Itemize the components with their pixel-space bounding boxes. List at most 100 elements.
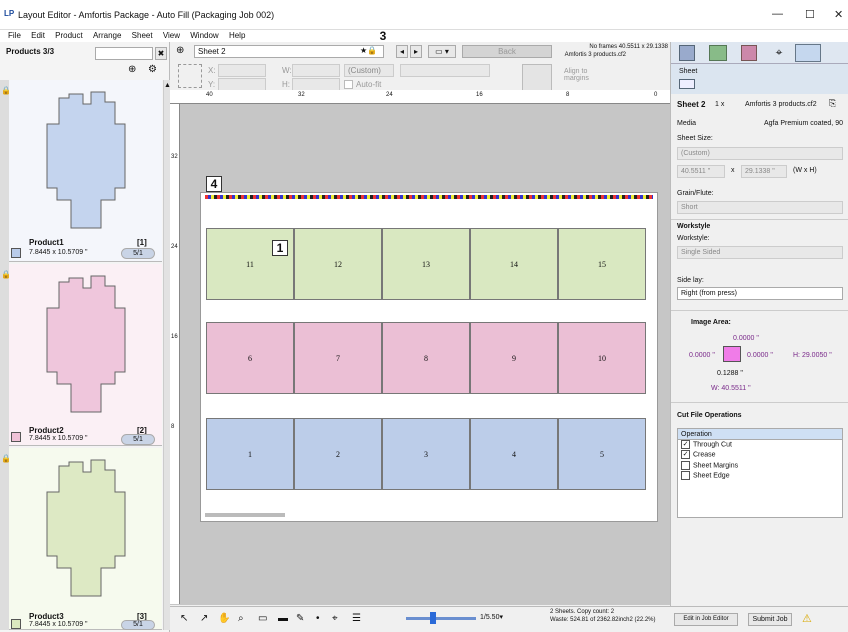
knife-tool-icon[interactable]: ▬ xyxy=(278,613,288,624)
lock-icon[interactable]: 🔒 xyxy=(1,454,11,463)
workstyle-dropdown[interactable]: Single Sided xyxy=(677,246,843,259)
layout-item[interactable]: 11 xyxy=(206,228,294,300)
layout-item[interactable]: 12 xyxy=(294,228,382,300)
product-card-2[interactable]: Product2 [2] 7.8445 x 10.5709 " 5/1 xyxy=(9,264,162,446)
menu-window[interactable]: Window xyxy=(190,30,218,42)
submit-job-button[interactable]: Submit Job xyxy=(748,613,792,626)
back-button[interactable]: Back xyxy=(462,45,552,58)
mark-tool-icon[interactable]: ▭ xyxy=(258,613,267,624)
side-lay-dropdown[interactable]: Right (from press) xyxy=(677,287,843,300)
menu-view[interactable]: View xyxy=(163,30,180,42)
layout-item[interactable]: 10 xyxy=(558,322,646,394)
star-lock-icons[interactable]: ★🔒 xyxy=(360,46,377,55)
layout-item[interactable]: 4 xyxy=(470,418,558,490)
tab-product-icon[interactable] xyxy=(679,45,695,61)
autofit-label: Auto-fit xyxy=(356,80,382,89)
zoom-level[interactable]: 1/5.50▾ xyxy=(480,613,503,621)
clear-search-button[interactable]: ✖ xyxy=(155,47,167,60)
tab-sheet-icon[interactable] xyxy=(795,44,821,62)
pen-tool-icon[interactable]: ✎ xyxy=(296,613,304,624)
layout-item[interactable]: 1 xyxy=(206,418,294,490)
lock-icon[interactable]: 🔒 xyxy=(1,86,11,95)
menu-arrange[interactable]: Arrange xyxy=(93,30,121,42)
image-area-top[interactable]: 0.0000 " xyxy=(733,335,759,342)
crease-checkbox[interactable]: ✓ xyxy=(681,450,690,460)
sheet-edge-checkbox[interactable] xyxy=(681,471,690,481)
products-scrollbar[interactable]: ▲ xyxy=(163,80,171,630)
menu-product[interactable]: Product xyxy=(55,30,83,42)
zoom-tool-icon[interactable]: ⌕ xyxy=(238,613,244,624)
product-count-badge[interactable]: 5/1 xyxy=(121,620,155,630)
sheet-margins-checkbox[interactable] xyxy=(681,460,690,470)
product-count-badge[interactable]: 5/1 xyxy=(121,248,155,259)
product-card-3[interactable]: Product3 [3] 7.8445 x 10.5709 " 5/1 xyxy=(9,448,162,630)
image-area-left[interactable]: 0.0000 " xyxy=(689,352,715,359)
alignment-buttons[interactable] xyxy=(522,64,552,92)
sheet-name-field[interactable]: Sheet 2 xyxy=(194,45,384,58)
edit-in-job-editor-button[interactable]: Edit in Job Editor xyxy=(674,613,738,626)
product-search-input[interactable] xyxy=(95,47,153,60)
reference-point-grid-icon[interactable] xyxy=(178,64,202,88)
layout-item[interactable]: 9 xyxy=(470,322,558,394)
zoom-slider-thumb[interactable] xyxy=(430,612,436,624)
menu-file[interactable]: File xyxy=(8,30,21,42)
direct-select-icon[interactable]: ↗ xyxy=(200,613,208,624)
zoom-slider[interactable] xyxy=(406,612,476,624)
x-field[interactable] xyxy=(218,64,266,77)
sheet-tab-icon[interactable] xyxy=(679,79,695,89)
select-tool-icon[interactable]: ↖ xyxy=(180,613,188,624)
layout-item[interactable]: 15 xyxy=(558,228,646,300)
sheet-height-field[interactable]: 29.1338 " xyxy=(741,165,787,178)
through-cut-checkbox[interactable]: ✓ xyxy=(681,440,690,449)
align-to-margins[interactable]: Align to margins xyxy=(564,68,604,82)
ruler-tick: 40 xyxy=(206,92,213,98)
rotation-dropdown[interactable] xyxy=(400,64,490,77)
menu-help[interactable]: Help xyxy=(229,30,245,42)
warning-icon[interactable]: ⚠ xyxy=(802,612,812,625)
bullet-icon[interactable]: • xyxy=(316,613,320,624)
gear-icon[interactable]: ⚙ xyxy=(148,64,157,75)
hand-tool-icon[interactable]: ✋ xyxy=(218,613,230,624)
menu-edit[interactable]: Edit xyxy=(31,30,45,42)
image-area-right[interactable]: 0.0000 " xyxy=(747,352,773,359)
layout-item[interactable]: 7 xyxy=(294,322,382,394)
tab-colors-icon[interactable] xyxy=(741,45,757,61)
lock-icon[interactable]: 🔒 xyxy=(1,270,11,279)
cf2-icon[interactable]: ⎘ xyxy=(829,98,836,109)
close-button[interactable]: ✕ xyxy=(834,8,843,21)
prev-sheet-button[interactable]: ◂ xyxy=(396,45,408,58)
layout-item[interactable]: 5 xyxy=(558,418,646,490)
operation-row[interactable]: Sheet Margins xyxy=(678,460,842,471)
sheet-view-dropdown[interactable]: ▭ ▾ xyxy=(428,45,456,58)
operation-row[interactable]: ✓ Crease xyxy=(678,450,842,460)
layout-item[interactable]: 13 xyxy=(382,228,470,300)
minimize-button[interactable]: — xyxy=(772,8,783,20)
image-area-bottom[interactable]: 0.1288 " xyxy=(717,370,743,377)
autofit-checkbox[interactable]: Auto-fit xyxy=(344,80,382,90)
slug-line xyxy=(205,513,285,517)
menu-sheet[interactable]: Sheet xyxy=(132,30,153,42)
product-count-badge[interactable]: 5/1 xyxy=(121,434,155,445)
add-product-icon[interactable]: ⊕ xyxy=(128,64,136,75)
grain-dropdown[interactable]: Short xyxy=(677,201,843,214)
size-preset-dropdown[interactable]: (Custom) xyxy=(344,64,394,77)
w-field[interactable] xyxy=(292,64,340,77)
align-icon[interactable]: ☰ xyxy=(352,613,361,624)
next-sheet-button[interactable]: ▸ xyxy=(410,45,422,58)
operation-row[interactable]: Sheet Edge xyxy=(678,471,842,481)
layout-item[interactable]: 3 xyxy=(382,418,470,490)
tab-image-icon[interactable] xyxy=(709,45,727,61)
sheets-info: 2 Sheets. Copy count: 2 xyxy=(550,609,615,615)
layout-item[interactable]: 8 xyxy=(382,322,470,394)
layout-item[interactable]: 14 xyxy=(470,228,558,300)
sheet-width-field[interactable]: 40.5511 " xyxy=(677,165,725,178)
layout-item[interactable]: 2 xyxy=(294,418,382,490)
layout-item[interactable]: 6 xyxy=(206,322,294,394)
crosshair-icon[interactable]: ⌖ xyxy=(332,613,338,624)
add-sheet-icon[interactable]: ⊕ xyxy=(176,45,184,56)
operation-row[interactable]: ✓ Through Cut xyxy=(678,440,842,450)
maximize-button[interactable]: ☐ xyxy=(805,8,815,21)
sheet-size-dropdown[interactable]: (Custom) xyxy=(677,147,843,160)
tab-marks-icon[interactable]: ⌖ xyxy=(771,45,787,61)
product-card-1[interactable]: Product1 [1] 7.8445 x 10.5709 " 5/1 xyxy=(9,80,162,262)
